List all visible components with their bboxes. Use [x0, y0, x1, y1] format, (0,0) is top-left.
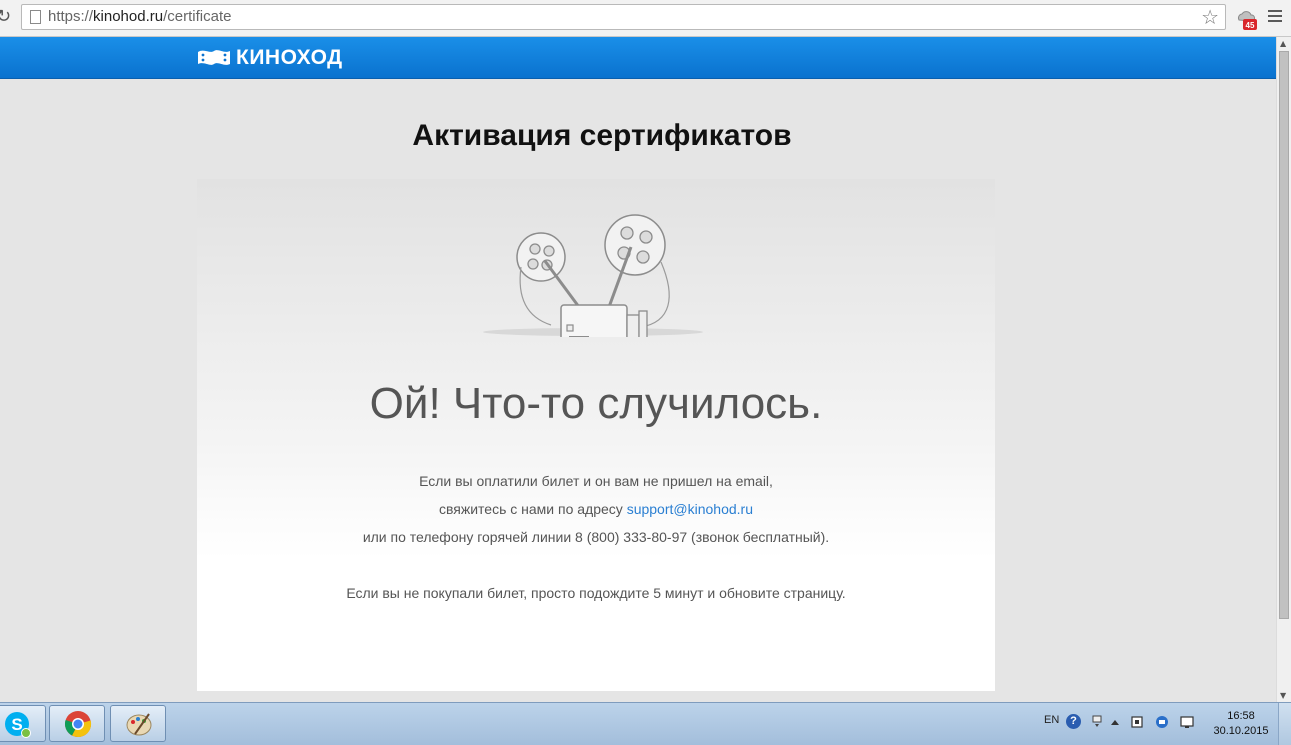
scroll-up-icon[interactable]: ▲ [1280, 39, 1286, 48]
svg-text:S: S [11, 715, 22, 734]
scrollbar-thumb[interactable] [1279, 51, 1289, 619]
tray-update-icon[interactable] [1155, 715, 1169, 729]
taskbar-clock[interactable]: 16:58 30.10.2015 [1206, 709, 1276, 739]
error-heading: Ой! Что-то случилось. [369, 379, 823, 428]
url-scheme: https:// [48, 8, 94, 25]
site-logo[interactable]: КИНОХОД [196, 45, 343, 71]
page-icon [30, 10, 41, 24]
site-header: КИНОХОД [0, 37, 1276, 79]
browser-menu-icon[interactable] [1268, 10, 1282, 24]
page-title: Активация сертификатов [412, 119, 792, 152]
message-line-4: Если вы не покупали билет, просто подожд… [346, 585, 846, 601]
address-bar[interactable]: https://kinohod.ru/certificate ☆ [21, 4, 1226, 30]
support-email-link[interactable]: support@kinohod.ru [627, 501, 753, 517]
paint-icon [126, 713, 152, 736]
message-line-2-text: свяжитесь с нами по адресу [439, 501, 627, 517]
taskbar-chrome-button[interactable] [49, 705, 105, 742]
bookmark-star-icon[interactable]: ☆ [1201, 6, 1219, 28]
message-line-1: Если вы оплатили билет и он вам не прише… [419, 473, 773, 489]
url-path: /certificate [163, 8, 232, 25]
error-card: Ой! Что-то случилось. Если вы оплатили б… [197, 179, 995, 691]
language-indicator[interactable]: EN [1044, 714, 1059, 726]
clock-time: 16:58 [1227, 710, 1255, 722]
address-url[interactable]: https://kinohod.ru/certificate [48, 8, 231, 26]
error-message: Если вы оплатили билет и он вам не прише… [197, 467, 995, 551]
tray-volume-icon[interactable] [1180, 715, 1194, 729]
url-host: kinohod.ru [93, 8, 164, 25]
reload-icon[interactable]: ↻ [0, 6, 12, 28]
page-viewport: КИНОХОД Активация сертификатов Ой! Что-т… [0, 37, 1276, 702]
film-reel-logo-icon [198, 50, 230, 65]
message-line-3: или по телефону горячей линии 8 (800) 33… [362, 529, 830, 545]
logo-text: КИНОХОД [236, 46, 343, 69]
extension-badge: 45 [1246, 21, 1255, 30]
tray-device-icon[interactable] [1130, 715, 1144, 729]
clock-date: 30.10.2015 [1213, 725, 1269, 737]
windows-taskbar: S EN ? 16:58 30.10.2015 [0, 702, 1291, 745]
show-hidden-icons-icon[interactable] [1108, 715, 1122, 729]
page-scrollbar[interactable]: ▲ ▼ [1276, 37, 1291, 702]
help-icon[interactable]: ? [1066, 714, 1081, 729]
taskbar-skype-button[interactable]: S [0, 705, 46, 742]
extension-cloud-icon[interactable]: 45 [1234, 7, 1258, 31]
film-projector-illustration [483, 214, 703, 337]
scroll-down-icon[interactable]: ▼ [1280, 691, 1286, 700]
browser-toolbar: ↻ https://kinohod.ru/certificate ☆ 45 [0, 0, 1291, 37]
taskbar-paint-button[interactable] [110, 705, 166, 742]
tray-network-icon[interactable] [1090, 715, 1104, 729]
skype-icon: S [5, 712, 31, 738]
show-desktop-button[interactable] [1278, 703, 1291, 745]
chrome-icon [64, 711, 92, 738]
message-line-2: свяжитесь с нами по адресу support@kinoh… [197, 495, 995, 523]
